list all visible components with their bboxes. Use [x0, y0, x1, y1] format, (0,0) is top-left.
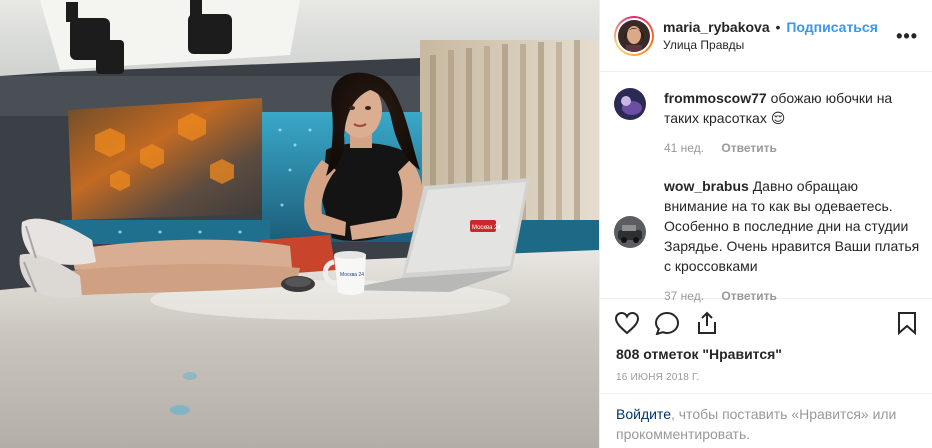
bookmark-icon[interactable]	[896, 311, 918, 335]
heart-icon[interactable]	[614, 311, 640, 335]
post-actions-bar	[600, 299, 932, 343]
author-username[interactable]: maria_rybakova	[663, 19, 770, 35]
author-avatar-image	[618, 19, 650, 52]
login-prompt: Войдите, чтобы поставить «Нравится» или …	[600, 393, 932, 444]
follow-button[interactable]: Подписаться	[786, 19, 878, 35]
laptop-logo-text: Москва 24	[472, 225, 501, 231]
studio-photo-illustration: Москва 24 Москва 24	[0, 0, 599, 448]
mug-logo-text: Москва 24	[340, 272, 364, 278]
comment-username[interactable]: wow_brabus	[664, 178, 749, 194]
post-location[interactable]: Улица Правды	[663, 36, 878, 54]
commenter-avatar[interactable]	[614, 88, 646, 120]
comment-icon[interactable]	[654, 311, 680, 335]
post-header: maria_rybakova • Подписаться Улица Правд…	[600, 0, 932, 72]
commenter-avatar[interactable]	[614, 216, 646, 248]
post-date[interactable]: 16 июня 2018 г.	[616, 372, 699, 383]
post-photo[interactable]: Москва 24 Москва 24	[0, 0, 599, 448]
comment-age[interactable]: 41 нед.	[664, 141, 704, 155]
instagram-post-view: Москва 24 Москва 24 maria_rybakova • Под…	[0, 0, 932, 448]
header-separator: •	[775, 18, 781, 35]
comments-list: frommoscow77 обожаю юбочки на таких крас…	[600, 72, 932, 303]
post-sidebar: maria_rybakova • Подписаться Улица Правд…	[599, 0, 932, 448]
more-options-icon[interactable]: •••	[896, 26, 918, 47]
commenter-avatar-image	[614, 216, 646, 248]
login-link[interactable]: Войдите	[616, 406, 671, 422]
share-icon[interactable]	[694, 311, 720, 335]
comment-item: frommoscow77 обожаю юбочки на таких крас…	[614, 88, 922, 158]
reply-button[interactable]: Ответить	[721, 141, 776, 155]
comment-item: wow_brabus Давно обращаю внимание на то …	[614, 176, 922, 306]
comment-username[interactable]: frommoscow77	[664, 90, 767, 106]
author-avatar[interactable]	[614, 15, 654, 56]
commenter-avatar-image	[614, 88, 646, 120]
likes-count[interactable]: 808 отметок "Нравится"	[616, 346, 782, 362]
